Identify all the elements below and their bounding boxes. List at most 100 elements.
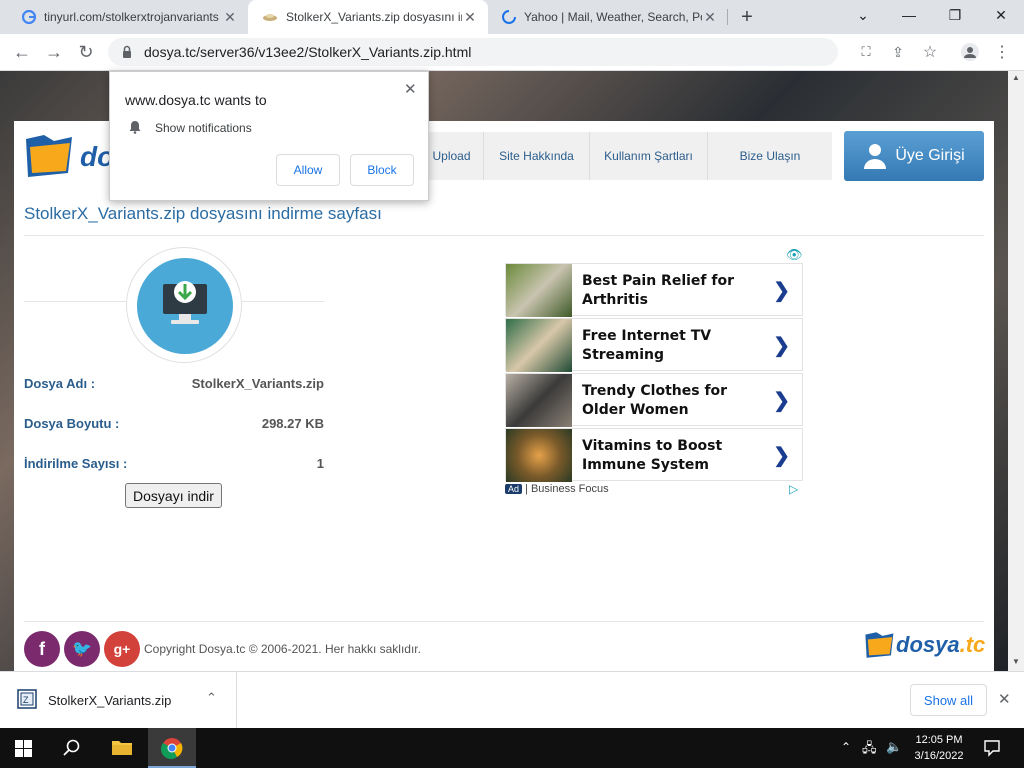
download-count-value: 1 [316,456,324,471]
user-icon [864,144,887,169]
translate-icon[interactable]: ⛶ [852,38,880,66]
network-icon[interactable]: 🖧 [862,739,877,761]
tab-tinyurl[interactable]: tinyurl.com/stolkerxtrojanvariants ✕ [8,0,248,34]
content-card: do Upload Site Hakkında Kullanım Şartlar… [14,121,994,671]
block-button[interactable]: Block [350,154,414,186]
ad-item[interactable]: Free Internet TV Streaming ❯ [505,318,803,372]
divider [24,621,984,622]
chrome-icon [161,738,183,759]
google-plus-icon[interactable]: g+ [104,631,140,667]
loading-spinner-icon [502,10,516,24]
clock[interactable]: 12:05 PM 3/16/2022 [908,732,970,764]
svg-text:Z: Z [23,695,29,705]
scroll-down-icon[interactable]: ▼ [1012,657,1020,666]
twitter-icon[interactable]: 🐦 [64,631,100,667]
adchoices-eye-icon[interactable]: 👁 [786,247,803,263]
url-text: dosya.tc/server36/v13ee2/StolkerX_Varian… [144,44,472,60]
close-tab-icon[interactable]: ✕ [702,9,718,26]
forward-icon[interactable]: → [40,38,68,66]
chevron-right-icon: ❯ [773,280,790,302]
close-tab-icon[interactable]: ✕ [222,9,238,26]
footer-logo-text: dosya [896,632,960,657]
site-favicon [263,14,277,21]
download-file-button[interactable]: Dosyayı indir [125,483,222,508]
close-tab-icon[interactable]: ✕ [462,9,478,26]
windows-start-icon[interactable] [15,740,32,757]
facebook-icon[interactable]: f [24,631,60,667]
tray-chevron-icon[interactable]: ⌃ [841,740,851,754]
chevron-up-icon[interactable]: ⌃ [206,690,217,706]
tab-yahoo[interactable]: Yahoo | Mail, Weather, Search, Po ✕ [488,0,728,34]
browser-toolbar: ← → ↻ dosya.tc/server36/v13ee2/StolkerX_… [0,34,1024,71]
file-name-value: StolkerX_Variants.zip [191,376,324,391]
tab-dosya[interactable]: StolkerX_Variants.zip dosyasını ind ✕ [248,0,488,34]
share-icon[interactable]: ⇪ [884,38,912,66]
adchoices-icon[interactable]: ▷ [789,482,798,496]
monitor-download-icon [137,258,233,354]
tab-title: Yahoo | Mail, Weather, Search, Po [524,10,702,24]
popup-origin: www.dosya.tc wants to [125,92,267,108]
scroll-up-icon[interactable]: ▲ [1012,73,1020,82]
nav-upload[interactable]: Upload [420,132,484,180]
clock-time: 12:05 PM [915,734,963,746]
chevron-right-icon: ❯ [773,390,790,412]
address-bar[interactable]: dosya.tc/server36/v13ee2/StolkerX_Varian… [108,38,838,66]
notifications-icon[interactable] [983,739,1001,757]
taskbar-chrome[interactable] [148,728,196,768]
maximize-icon[interactable]: ❐ [932,0,978,30]
ad-text: Vitamins to Boost Immune System [582,438,723,473]
site-logo[interactable]: do [24,133,114,179]
download-bar: Z StolkerX_Variants.zip ⌃ Show all ✕ [0,671,1024,728]
file-explorer-icon[interactable] [111,738,133,756]
menu-kebab-icon[interactable]: ⋮ [988,38,1016,66]
ad-text: Free Internet TV Streaming [582,328,712,363]
close-window-icon[interactable]: ✕ [978,0,1024,30]
footer-copyright: Copyright Dosya.tc © 2006-2021. Her hakk… [144,642,421,656]
tab-search-icon[interactable]: ⌄ [840,0,886,30]
volume-icon[interactable]: 🔈 [886,739,902,755]
close-icon[interactable]: ✕ [404,80,417,98]
ad-thumbnail [506,264,572,317]
notification-permission-popup: www.dosya.tc wants to ✕ Show notificatio… [109,71,429,201]
footer-logo[interactable]: dosya .tc [864,631,985,659]
tab-separator [727,9,728,25]
ad-item[interactable]: Best Pain Relief for Arthritis ❯ [505,263,803,317]
divider [24,235,984,236]
chevron-right-icon: ❯ [773,445,790,467]
back-icon[interactable]: ← [8,38,36,66]
chevron-right-icon: ❯ [773,335,790,357]
file-size-value: 298.27 KB [261,416,324,431]
new-tab-icon[interactable]: + [736,6,758,28]
nav-bize-ulasin[interactable]: Bize Ulaşın [708,132,832,180]
bookmark-star-icon[interactable]: ☆ [916,38,944,66]
folder-logo-icon [26,135,72,177]
profile-avatar-icon[interactable] [956,38,984,66]
close-download-bar-icon[interactable]: ✕ [998,690,1011,708]
clock-date: 3/16/2022 [914,750,964,762]
file-name-label: Dosya Adı : [24,376,96,391]
nav-kullanim-sartlari[interactable]: Kullanım Şartları [590,132,708,180]
popup-permission: Show notifications [155,121,252,135]
ad-text: Best Pain Relief for Arthritis [582,273,734,308]
download-filename: StolkerX_Variants.zip [48,693,172,708]
ad-source[interactable]: Ad | Business Focus [505,483,609,495]
tab-title: StolkerX_Variants.zip dosyasını ind [286,10,462,24]
ad-thumbnail [506,319,572,372]
download-item[interactable]: Z StolkerX_Variants.zip ⌃ [0,672,237,728]
tab-strip: tinyurl.com/stolkerxtrojanvariants ✕ Sto… [0,0,1024,34]
show-all-button[interactable]: Show all [910,684,987,716]
page-scrollbar[interactable]: ▲ ▼ [1008,71,1024,671]
page-title: StolkerX_Variants.zip dosyasını indirme … [24,204,382,223]
allow-button[interactable]: Allow [276,154,340,186]
tab-title: tinyurl.com/stolkerxtrojanvariants [44,10,219,24]
ad-item[interactable]: Vitamins to Boost Immune System ❯ [505,428,803,482]
download-count-label: İndirilme Sayısı : [24,456,128,471]
nav-site-hakkinda[interactable]: Site Hakkında [484,132,590,180]
ad-item[interactable]: Trendy Clothes for Older Women ❯ [505,373,803,427]
ad-source-name: Business Focus [530,483,609,495]
reload-icon[interactable]: ↻ [72,38,100,66]
search-icon[interactable] [63,739,81,757]
minimize-icon[interactable]: — [886,0,932,30]
login-button[interactable]: Üye Girişi [844,131,984,181]
download-icon-circle [126,247,242,363]
